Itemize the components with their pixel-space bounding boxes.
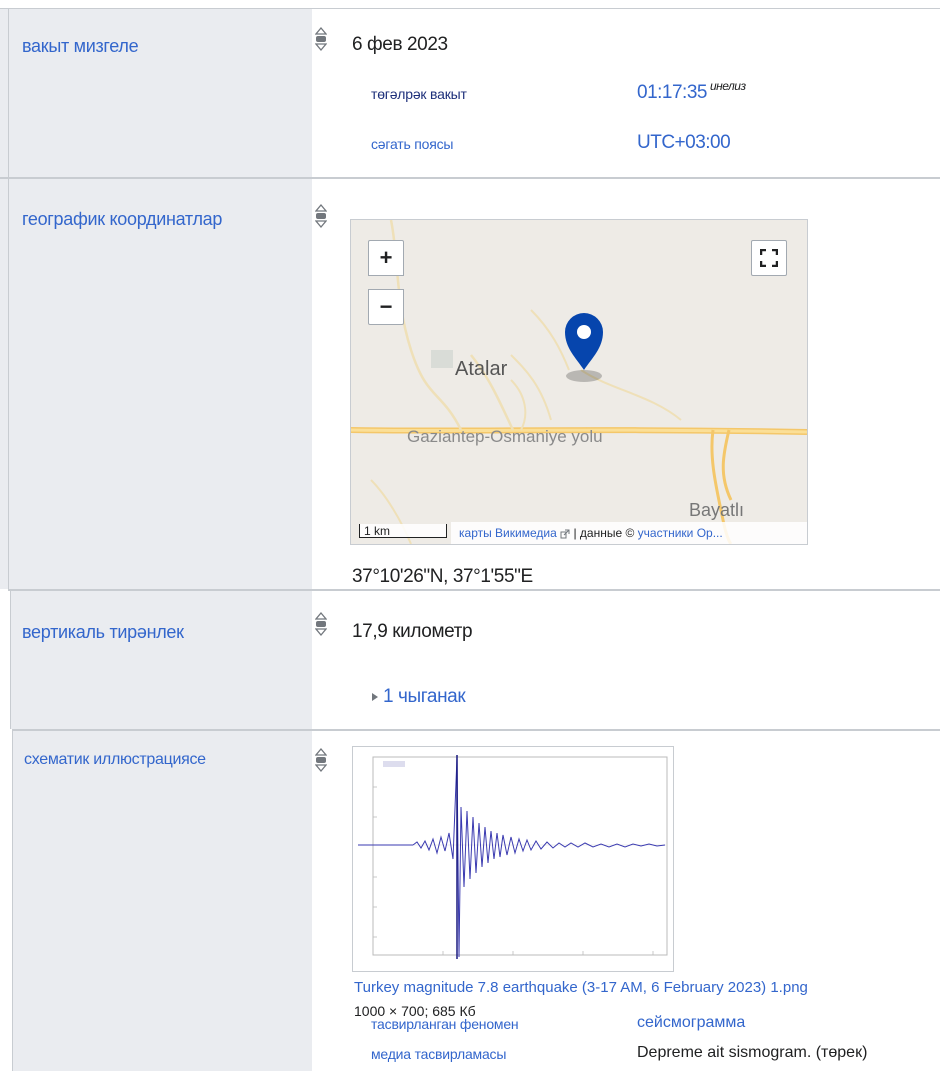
property-label-point-in-time[interactable]: вакыт мизгеле [22, 36, 139, 57]
zoom-in-button[interactable]: + [368, 240, 404, 276]
external-link-icon [560, 529, 570, 539]
row-border [10, 591, 11, 729]
qualifier-value-media-legend: Depreme ait sismogram. (төрек) [637, 1044, 868, 1061]
qualifier-value-seismogram[interactable]: сейсмограмма [637, 1014, 745, 1032]
property-cell-coordinates [0, 179, 312, 589]
qualifier-property-earliest-date[interactable]: төгәлрәк вакыт [371, 86, 467, 102]
row-border [8, 9, 9, 177]
normal-rank-icon[interactable] [315, 612, 327, 636]
normal-rank-icon[interactable] [315, 748, 327, 772]
map-tiles: Atalar Gaziantep-Osmaniye yolu Bayatlı [351, 220, 807, 544]
coordinates-value[interactable]: 37°10'26"N, 37°1'55"E [352, 566, 533, 588]
row-border [8, 179, 9, 589]
osm-contributors-link[interactable]: участники Ор... [638, 526, 723, 540]
map-scale: 1 km [359, 524, 447, 538]
location-map[interactable]: Atalar Gaziantep-Osmaniye yolu Bayatlı +… [350, 219, 808, 545]
expand-triangle-icon [372, 693, 378, 701]
normal-rank-icon[interactable] [315, 204, 327, 228]
qualifier-value-time[interactable]: 01:17:35 инелиз [637, 79, 746, 104]
fullscreen-button[interactable] [751, 240, 787, 276]
normal-rank-icon[interactable] [315, 27, 327, 51]
references-label: 1 чыганак [383, 686, 466, 707]
map-attribution: карты Викимедиа | данные © участники Ор.… [451, 522, 807, 544]
property-label-schematic[interactable]: схематик иллюстрациясе [24, 751, 206, 769]
property-cell-depth [10, 591, 312, 729]
seismogram-thumbnail[interactable] [352, 746, 674, 972]
fullscreen-icon [760, 249, 778, 267]
point-in-time-value: 6 фев 2023 [352, 34, 448, 55]
qualifier-property-timezone[interactable]: сәгать поясы [371, 136, 453, 152]
attribution-text: | данные © [573, 526, 635, 540]
property-label-depth[interactable]: вертикаль тирәнлек [22, 622, 184, 643]
row-border [12, 731, 13, 1071]
qualifier-value-timezone[interactable]: UTC+03:00 [637, 132, 731, 154]
time-value: 01:17:35 [637, 82, 707, 103]
property-label-coordinates[interactable]: географик координатлар [22, 209, 222, 230]
depth-value: 17,9 километр [352, 621, 473, 642]
wikimedia-maps-link[interactable]: карты Викимедиа [459, 526, 557, 540]
zoom-out-button[interactable]: − [368, 289, 404, 325]
property-cell-schematic [12, 731, 312, 1071]
qualifier-property-depicted-phenomenon[interactable]: тасвирланган феномен [371, 1016, 519, 1032]
map-road-label: Gaziantep-Osmaniye yolu [407, 427, 603, 446]
references-toggle[interactable]: 1 чыганак [371, 686, 466, 708]
seismogram-image [353, 747, 673, 971]
file-name-link[interactable]: Turkey magnitude 7.8 earthquake (3-17 AM… [354, 979, 808, 996]
map-place-label: Atalar [455, 358, 508, 380]
map-place-label: Bayatlı [689, 500, 744, 520]
qualifier-property-media-legend[interactable]: медиа тасвирламасы [371, 1046, 506, 1062]
time-calendar-note: инелиз [709, 79, 746, 93]
property-cell-point-in-time [0, 9, 312, 177]
